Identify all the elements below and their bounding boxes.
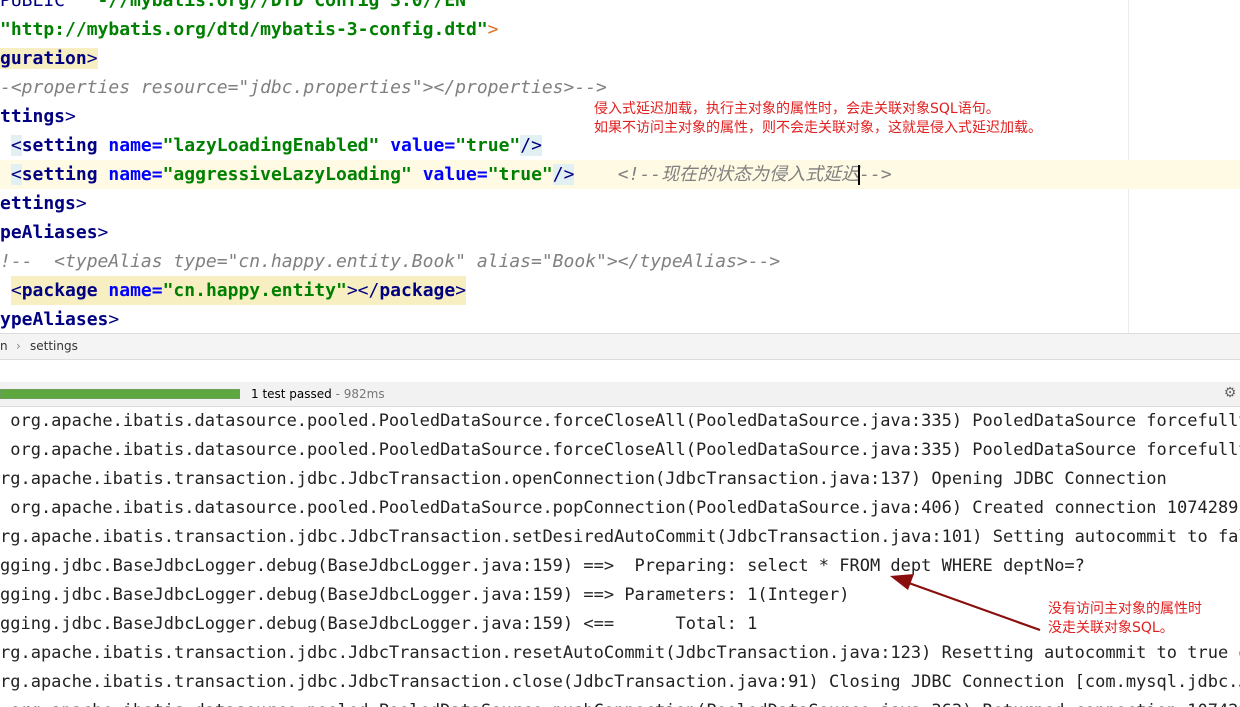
attr-name: value xyxy=(422,164,477,185)
breadcrumb-item-parent[interactable]: n xyxy=(0,339,8,353)
console-line: rg.apache.ibatis.transaction.jdbc.JdbcTr… xyxy=(0,469,1167,489)
attr-name: name xyxy=(108,280,152,301)
editor-annotation-line1: 侵入式延迟加载，执行主对象的属性时，会走关联对象SQL语句。 xyxy=(594,101,1000,117)
tag-name: ttings xyxy=(0,106,66,127)
test-progress-bar xyxy=(0,389,240,399)
attr-name: name xyxy=(108,164,152,185)
doctype-id: "-//mybatis.org//DTD Config 3.0//EN" xyxy=(86,0,477,11)
code-line-settings-close[interactable]: ettings> xyxy=(0,189,1240,218)
doctype-keyword: PUBLIC xyxy=(0,0,87,11)
panel-divider xyxy=(0,360,1240,382)
tag-name: ypeAliases xyxy=(0,309,109,330)
dtd-url: "http://mybatis.org/dtd/mybatis-3-config… xyxy=(0,19,488,40)
test-progress-fill xyxy=(1,390,239,398)
attr-eq: = xyxy=(151,135,163,156)
tag-name: setting xyxy=(21,135,98,156)
tag-bracket: > xyxy=(86,48,98,69)
console-line: org.apache.ibatis.datasource.pooled.Pool… xyxy=(0,411,1240,431)
console-line: org.apache.ibatis.datasource.pooled.Pool… xyxy=(0,697,1240,707)
tag-bracket: > xyxy=(108,309,120,330)
attr-eq: = xyxy=(476,164,488,185)
breadcrumb: n › settings xyxy=(0,333,1240,360)
attr-value: "lazyLoadingEnabled" xyxy=(162,135,380,156)
code-line-typealiases-close[interactable]: ypeAliases> xyxy=(0,305,1240,333)
tag-bracket: < xyxy=(10,135,22,156)
code-editor[interactable]: PUBLIC "-//mybatis.org//DTD Config 3.0//… xyxy=(0,0,1240,333)
code-line-typealiases-open[interactable]: peAliases> xyxy=(0,218,1240,247)
tag-name: setting xyxy=(21,164,98,185)
tag-bracket: > xyxy=(97,222,109,243)
console-line: rg.apache.ibatis.transaction.jdbc.JdbcTr… xyxy=(0,672,1240,692)
xml-comment: <!--现在的状态为侵入式延迟 xyxy=(617,164,860,185)
xml-comment-end: --> xyxy=(859,164,892,185)
tag-name: guration xyxy=(0,48,87,69)
tag-name: peAliases xyxy=(0,222,98,243)
console-annotation-line2: 没走关联对象SQL。 xyxy=(1048,620,1174,636)
breadcrumb-item-settings[interactable]: settings xyxy=(30,339,78,353)
code-line-setting-aggressive[interactable]: <setting name="aggressiveLazyLoading" va… xyxy=(0,160,1240,189)
tag-bracket: > xyxy=(65,106,76,127)
test-run-toolbar: 1 test passed - 982ms ⚙ xyxy=(0,382,1240,407)
code-line-properties-comment[interactable]: -<properties resource="jdbc.properties">… xyxy=(0,73,1240,102)
gear-icon[interactable]: ⚙ xyxy=(1222,385,1238,401)
attr-value: "aggressiveLazyLoading" xyxy=(162,164,412,185)
tag-name: package xyxy=(379,280,456,301)
attr-eq: = xyxy=(151,164,163,185)
test-duration: - 982ms xyxy=(331,387,385,401)
console-annotation: 没有访问主对象的属性时 没走关联对象SQL。 xyxy=(1048,600,1202,638)
console-line: rg.apache.ibatis.transaction.jdbc.JdbcTr… xyxy=(0,643,1240,663)
attr-value: "true" xyxy=(455,135,521,156)
attr-eq: = xyxy=(151,280,163,301)
tag-bracket: /> xyxy=(520,135,542,156)
code-line-configuration[interactable]: guration> xyxy=(0,44,1240,73)
attr-name: name xyxy=(108,135,152,156)
editor-annotation-line2: 如果不访问主对象的属性，则不会走关联对象，这就是侵入式延迟加载。 xyxy=(594,120,1042,136)
attr-value: "true" xyxy=(487,164,553,185)
tag-bracket: > xyxy=(455,280,467,301)
xml-comment: -<properties resource="jdbc.properties">… xyxy=(0,77,607,98)
console-line: gging.jdbc.BaseJdbcLogger.debug(BaseJdbc… xyxy=(0,556,1085,576)
editor-annotation: 侵入式延迟加载，执行主对象的属性时，会走关联对象SQL语句。 如果不访问主对象的… xyxy=(594,100,1042,138)
tag-bracket: /> xyxy=(552,164,575,185)
code-line-package[interactable]: <package name="cn.happy.entity"></packag… xyxy=(0,276,1240,305)
xml-comment: !-- <typeAlias type="cn.happy.entity.Boo… xyxy=(0,251,781,272)
tag-bracket: > xyxy=(487,19,499,40)
tag-name: package xyxy=(21,280,98,301)
code-line-typealias-comment[interactable]: !-- <typeAlias type="cn.happy.entity.Boo… xyxy=(0,247,1240,276)
attr-value: "cn.happy.entity" xyxy=(162,280,347,301)
breadcrumb-separator: › xyxy=(16,339,21,353)
console-line: rg.apache.ibatis.transaction.jdbc.JdbcTr… xyxy=(0,527,1240,547)
tag-bracket: ></ xyxy=(346,280,380,301)
code-line-doctype-public[interactable]: PUBLIC "-//mybatis.org//DTD Config 3.0//… xyxy=(0,0,1240,15)
test-status-label: 1 test passed xyxy=(251,387,332,401)
tag-bracket: > xyxy=(75,193,87,214)
tag-bracket: < xyxy=(10,280,22,301)
console-annotation-line1: 没有访问主对象的属性时 xyxy=(1048,601,1202,617)
attr-eq: = xyxy=(444,135,456,156)
console-line: org.apache.ibatis.datasource.pooled.Pool… xyxy=(0,498,1240,518)
code-line-dtd-url[interactable]: "http://mybatis.org/dtd/mybatis-3-config… xyxy=(0,15,1240,44)
console-output[interactable]: org.apache.ibatis.datasource.pooled.Pool… xyxy=(0,407,1240,707)
attr-name: value xyxy=(390,135,445,156)
test-status: 1 test passed - 982ms xyxy=(251,387,385,401)
console-line: org.apache.ibatis.datasource.pooled.Pool… xyxy=(0,440,1240,460)
tag-bracket: < xyxy=(10,164,22,185)
tag-name: ettings xyxy=(0,193,76,214)
